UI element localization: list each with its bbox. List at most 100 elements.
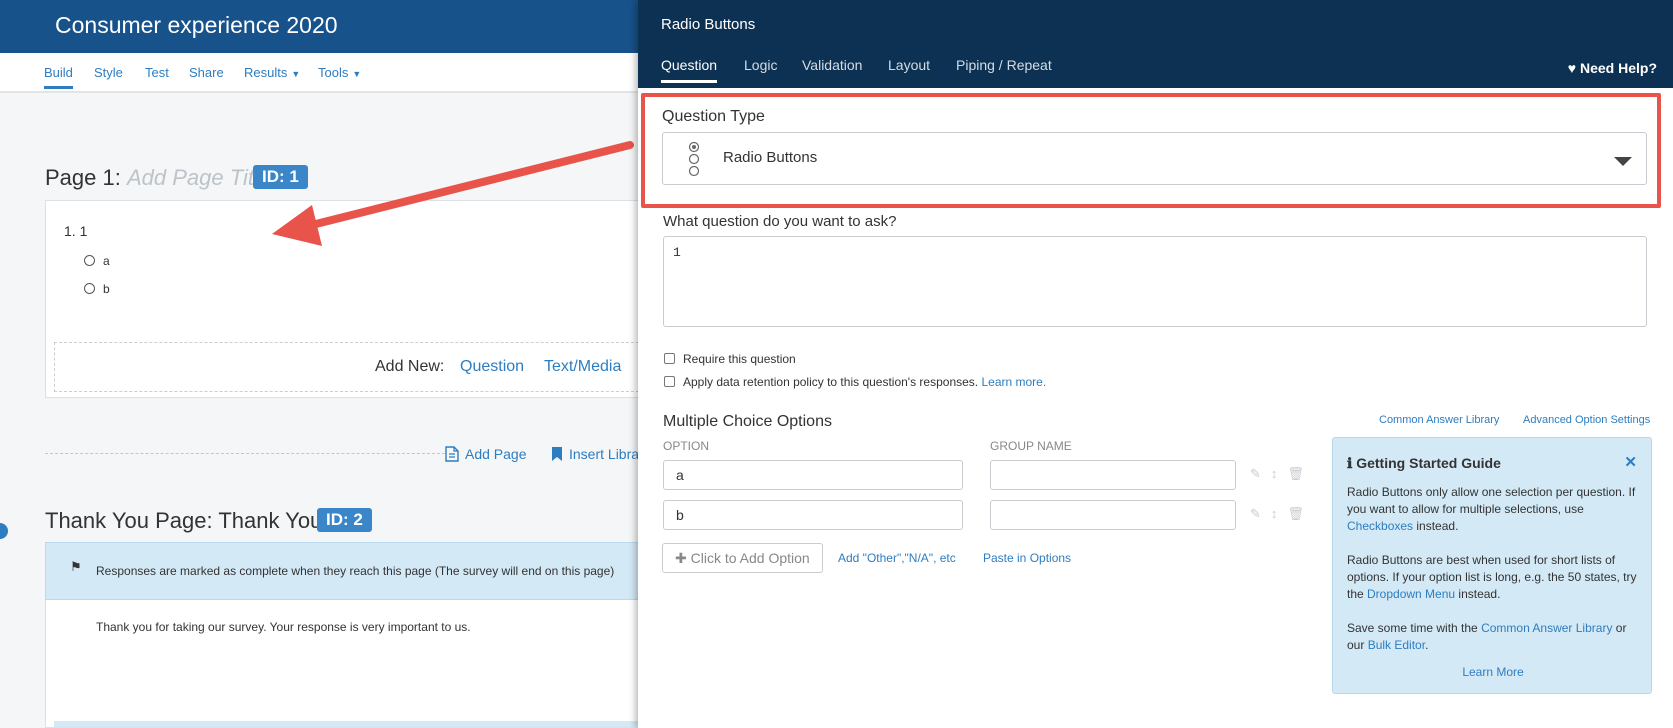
- guide-title: ℹ Getting Started Guide: [1347, 455, 1501, 472]
- group-name-column-header: GROUP NAME: [990, 439, 1072, 453]
- data-retention-row[interactable]: Apply data retention policy to this ques…: [664, 375, 1046, 389]
- info-icon: ℹ: [1347, 455, 1353, 471]
- trash-icon[interactable]: 🗑: [1287, 506, 1304, 521]
- flag-icon: ⚑: [70, 559, 82, 574]
- guide-text: Save some time with the: [1347, 621, 1482, 635]
- tab-logic[interactable]: Logic: [744, 57, 777, 73]
- guide-paragraph: Radio Buttons are best when used for sho…: [1347, 552, 1642, 603]
- insert-library-link[interactable]: Insert Libra: [551, 446, 639, 462]
- survey-builder: Consumer experience 2020 Build Style Tes…: [0, 0, 640, 728]
- add-option-button[interactable]: ✚ Click to Add Option: [662, 543, 823, 573]
- caret-down-icon: [1614, 157, 1632, 166]
- thank-you-body[interactable]: Thank you for taking our survey. Your re…: [45, 600, 640, 728]
- nav-results-label: Results: [244, 65, 288, 80]
- caret-down-icon: ▼: [352, 69, 362, 79]
- guide-paragraph: Save some time with the Common Answer Li…: [1347, 620, 1642, 654]
- retention-checkbox[interactable]: [664, 376, 675, 387]
- add-other-link[interactable]: Add "Other","N/A", etc: [838, 551, 956, 565]
- require-label: Require this question: [683, 352, 796, 366]
- thank-you-message: Thank you for taking our survey. Your re…: [96, 620, 471, 634]
- tab-layout[interactable]: Layout: [888, 57, 930, 73]
- nav-results[interactable]: Results ▼: [244, 65, 300, 80]
- panel-title: Radio Buttons: [661, 16, 756, 33]
- list-item: b: [84, 282, 110, 296]
- move-icon[interactable]: ↕: [1271, 506, 1278, 521]
- option-row-actions: ✎ ↕ 🗑: [1250, 506, 1314, 522]
- question-editor-panel: Radio Buttons Question Logic Validation …: [638, 0, 1673, 728]
- option-label: a: [103, 254, 110, 268]
- tab-question[interactable]: Question: [661, 57, 718, 83]
- nav-test[interactable]: Test: [145, 65, 169, 80]
- tab-piping-repeat[interactable]: Piping / Repeat: [956, 57, 1052, 73]
- radio-stack-icon: [688, 141, 700, 177]
- question-card[interactable]: 1. 1 a b Add New: Question Text/Media: [45, 200, 640, 398]
- panel-header: Radio Buttons Question Logic Validation …: [638, 0, 1673, 88]
- multiple-choice-options-title: Multiple Choice Options: [663, 413, 832, 430]
- question-text-field[interactable]: 1: [663, 236, 1647, 327]
- question-type-select[interactable]: Radio Buttons: [662, 132, 1647, 185]
- add-option-label: Click to Add Option: [690, 550, 810, 566]
- learn-more-link[interactable]: Learn more.: [981, 375, 1046, 389]
- option-row-actions: ✎ ↕ 🗑: [1250, 466, 1314, 482]
- question-type-label: Question Type: [662, 108, 765, 125]
- option-input[interactable]: b: [663, 500, 963, 530]
- guide-text: .: [1425, 638, 1429, 652]
- list-item: a: [84, 254, 110, 268]
- add-page-link[interactable]: Add Page: [445, 446, 527, 462]
- thank-you-title: Thank You Page: Thank You!: [45, 508, 328, 534]
- add-text-media-link[interactable]: Text/Media: [544, 358, 621, 376]
- page-2-id-badge: ID: 2: [317, 508, 372, 532]
- insert-library-label: Insert Libra: [569, 446, 640, 462]
- guide-text: Radio Buttons only allow one selection p…: [1347, 485, 1636, 516]
- nav-style[interactable]: Style: [94, 65, 123, 80]
- page-1-id-badge: ID: 1: [253, 165, 308, 189]
- trash-icon[interactable]: 🗑: [1287, 466, 1304, 481]
- add-page-label: Add Page: [465, 446, 527, 462]
- guide-title-text: Getting Started Guide: [1356, 455, 1501, 471]
- paste-options-link[interactable]: Paste in Options: [983, 551, 1071, 565]
- option-column-header: OPTION: [663, 439, 710, 453]
- retention-label: Apply data retention policy to this ques…: [683, 375, 979, 389]
- option-input[interactable]: a: [663, 460, 963, 490]
- pencil-icon[interactable]: ✎: [1250, 466, 1261, 481]
- group-name-input[interactable]: [990, 460, 1236, 490]
- next-section-stripe: [54, 721, 640, 727]
- move-icon[interactable]: ↕: [1271, 466, 1278, 481]
- advanced-option-settings-link[interactable]: Advanced Option Settings: [1523, 414, 1650, 426]
- page-title-placeholder[interactable]: Add Page Title: [127, 165, 271, 190]
- common-answer-library-guide-link[interactable]: Common Answer Library: [1481, 621, 1612, 635]
- question-number: 1. 1: [64, 223, 88, 239]
- dropdown-menu-link[interactable]: Dropdown Menu: [1367, 587, 1455, 601]
- radio-circle-icon: [84, 255, 95, 266]
- collapse-toggle[interactable]: [0, 523, 8, 539]
- survey-title: Consumer experience 2020: [55, 12, 338, 38]
- plus-icon: ✚: [675, 550, 687, 566]
- bookmark-icon: [552, 447, 562, 461]
- guide-learn-more-link[interactable]: Learn More: [1333, 665, 1653, 679]
- pencil-icon[interactable]: ✎: [1250, 506, 1261, 521]
- thank-you-name[interactable]: Thank You!: [218, 508, 328, 533]
- bulk-editor-link[interactable]: Bulk Editor: [1368, 638, 1425, 652]
- close-icon[interactable]: ✕: [1624, 453, 1637, 471]
- page-icon: [445, 446, 459, 462]
- add-new-bar: Add New: Question Text/Media: [54, 342, 640, 392]
- guide-paragraph: Radio Buttons only allow one selection p…: [1347, 484, 1642, 535]
- guide-text: instead.: [1455, 587, 1501, 601]
- checkboxes-link[interactable]: Checkboxes: [1347, 519, 1413, 533]
- builder-header: Consumer experience 2020: [0, 0, 640, 53]
- need-help-label: Need Help?: [1579, 60, 1657, 76]
- banner-text: Responses are marked as complete when th…: [96, 564, 615, 578]
- nav-share[interactable]: Share: [189, 65, 224, 80]
- caret-down-icon: ▼: [291, 69, 301, 79]
- require-checkbox[interactable]: [664, 353, 675, 364]
- nav-build[interactable]: Build: [44, 65, 73, 89]
- add-new-label: Add New:: [375, 358, 445, 375]
- group-name-input[interactable]: [990, 500, 1236, 530]
- common-answer-library-link[interactable]: Common Answer Library: [1379, 414, 1499, 426]
- nav-tools[interactable]: Tools ▼: [318, 65, 361, 80]
- tab-validation[interactable]: Validation: [802, 57, 862, 73]
- need-help-button[interactable]: ♥ Need Help?: [1568, 60, 1657, 76]
- thank-you-banner: ⚑ Responses are marked as complete when …: [45, 542, 640, 600]
- add-question-link[interactable]: Question: [460, 358, 524, 376]
- require-question-row[interactable]: Require this question: [664, 352, 796, 366]
